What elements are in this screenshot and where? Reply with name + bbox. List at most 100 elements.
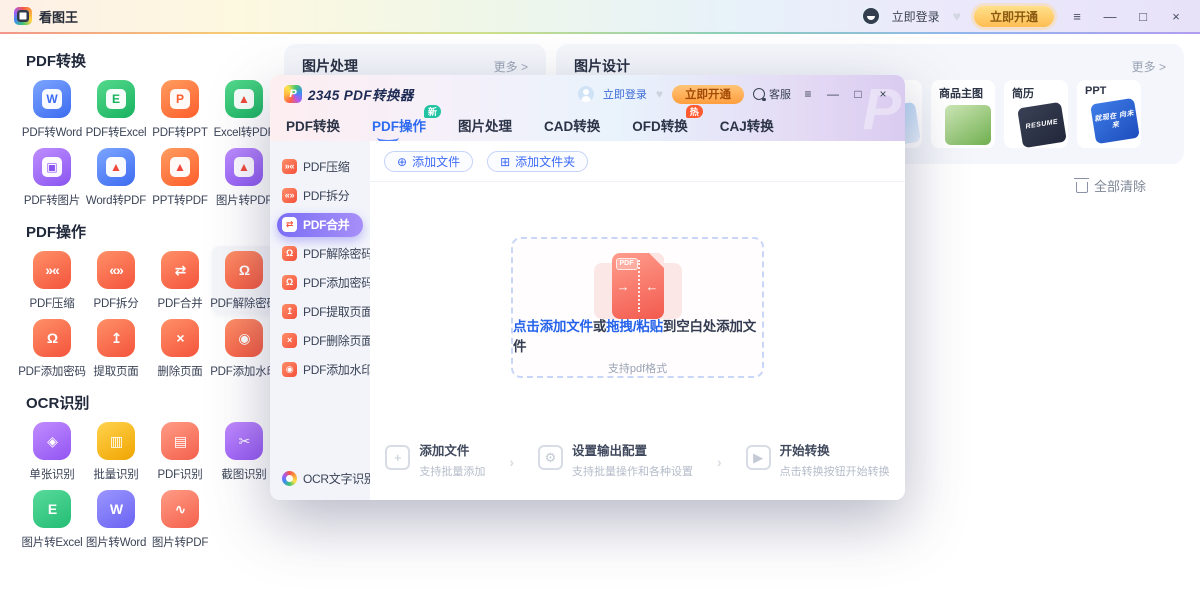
pdf-icon: ▲ xyxy=(97,148,135,186)
menu-item-label: PDF添加水印 xyxy=(303,361,373,378)
icon-glyph: ∿ xyxy=(175,502,186,516)
dialog-minimize-button[interactable]: — xyxy=(825,88,841,100)
menu-item[interactable]: ↥PDF提取页面 xyxy=(277,300,363,324)
tab-图片处理[interactable]: 图片处理 xyxy=(458,115,512,135)
dialog-avatar-icon[interactable] xyxy=(578,86,594,102)
tab-PDF操作[interactable]: PDF操作新 xyxy=(372,115,426,135)
sidebar-item[interactable]: ▤PDF识别 xyxy=(148,417,212,485)
tab-CAD转换[interactable]: CAD转换 xyxy=(544,115,600,135)
dropzone-hint: 支持pdf格式 xyxy=(608,360,667,376)
sidebar-item[interactable]: ΩPDF解除密码 xyxy=(212,246,276,314)
sidebar-item[interactable]: ◉PDF添加水印 xyxy=(212,314,276,382)
menu-item[interactable]: ×PDF删除页面 xyxy=(277,329,363,353)
lock-icon: Ω xyxy=(282,275,297,290)
ocr-text-recognition-item[interactable]: OCR文字识别 xyxy=(270,470,370,487)
arrow-right-icon: → xyxy=(617,280,630,293)
sidebar-item[interactable]: »«PDF压缩 xyxy=(20,246,84,314)
close-button[interactable]: × xyxy=(1166,10,1186,23)
sidebar-item[interactable]: WPDF转Word xyxy=(20,75,84,143)
step-description: 支持批量添加 xyxy=(419,463,485,479)
dialog-maximize-button[interactable]: □ xyxy=(850,88,866,100)
tab-PDF转换[interactable]: PDF转换 xyxy=(286,115,340,135)
sidebar-item-label: 单张识别 xyxy=(29,466,74,482)
split-icon: «» xyxy=(97,251,135,289)
sidebar-item[interactable]: ▲PPT转PDF xyxy=(148,143,212,211)
conversion-steps: +添加文件支持批量添加›⚙设置输出配置支持批量操作和各种设置›▶开始转换点击转换… xyxy=(370,445,905,479)
icon-glyph: P xyxy=(170,89,190,109)
sidebar-item[interactable]: ▣PDF转图片 xyxy=(20,143,84,211)
pdf-icon: ▲ xyxy=(225,148,263,186)
sidebar-item-label: PDF转图片 xyxy=(24,192,80,208)
dialog-heart-icon[interactable]: ♥ xyxy=(656,88,663,100)
heart-icon[interactable]: ♥ xyxy=(953,9,961,23)
tab-CAJ转换[interactable]: CAJ转换 xyxy=(720,115,774,135)
menu-item[interactable]: ◉PDF添加水印 xyxy=(277,358,363,382)
sidebar-item[interactable]: ◈单张识别 xyxy=(20,417,84,485)
clear-all-button[interactable]: 全部清除 xyxy=(1076,176,1146,195)
sidebar-item-label: Word转PDF xyxy=(86,192,146,208)
menu-item-label: PDF添加密码 xyxy=(303,274,373,291)
menu-item[interactable]: ΩPDF添加密码 xyxy=(277,271,363,295)
maximize-button[interactable]: □ xyxy=(1133,10,1153,23)
conversion-step: ▶开始转换点击转换按钮开始转换 xyxy=(746,445,890,479)
dialog-login-link[interactable]: 立即登录 xyxy=(603,86,647,102)
dialog-upgrade-button[interactable]: 立即开通 xyxy=(672,85,744,104)
pdf-icon: ▲ xyxy=(161,148,199,186)
design-card[interactable]: PPT就现在 向未来 xyxy=(1077,80,1141,148)
dialog-menu-icon[interactable]: ≡ xyxy=(800,88,816,100)
icon-glyph: ▥ xyxy=(110,434,122,448)
sidebar-item[interactable]: ⇄PDF合并 xyxy=(148,246,212,314)
sidebar-item-label: 图片转Excel xyxy=(21,534,82,550)
unlock-icon: Ω xyxy=(282,246,297,261)
menu-item[interactable]: »«PDF压缩 xyxy=(277,155,363,179)
dialog-toolbar: ⊕ 添加文件 ⊞ 添加文件夹 xyxy=(370,141,905,182)
menu-item[interactable]: ⇄PDF合并 xyxy=(277,213,363,237)
design-card[interactable]: 商品主图 xyxy=(931,80,995,148)
pdf-icon: ∿ xyxy=(161,490,199,528)
sidebar-item[interactable]: EPDF转Excel xyxy=(84,75,148,143)
upgrade-button[interactable]: 立即开通 xyxy=(974,6,1054,27)
minimize-button[interactable]: — xyxy=(1100,10,1120,23)
sidebar-item[interactable]: W图片转Word xyxy=(84,485,148,553)
dialog-main-area: ⊕ 添加文件 ⊞ 添加文件夹 PDF xyxy=(370,141,905,500)
support-button[interactable]: 客服 xyxy=(753,86,791,102)
icon-glyph: ▲ xyxy=(170,157,190,177)
sidebar-item[interactable]: ↥提取页面 xyxy=(84,314,148,382)
dialog-close-button[interactable]: × xyxy=(875,88,891,100)
sidebar-item-label: 图片转PDF xyxy=(216,192,272,208)
sidebar-item[interactable]: ∿图片转PDF xyxy=(148,485,212,553)
login-link[interactable]: 立即登录 xyxy=(892,8,940,25)
sidebar-item[interactable]: ▥批量识别 xyxy=(84,417,148,485)
icon-glyph: W xyxy=(42,89,62,109)
sidebar-item[interactable]: «»PDF拆分 xyxy=(84,246,148,314)
menu-item[interactable]: ΩPDF解除密码 xyxy=(277,242,363,266)
sidebar-item[interactable]: ×删除页面 xyxy=(148,314,212,382)
add-folder-button[interactable]: ⊞ 添加文件夹 xyxy=(487,151,588,172)
tab-OFD转换[interactable]: OFD转换热 xyxy=(632,115,688,135)
sidebar-item[interactable]: ▲ 图片转PDF xyxy=(212,143,276,211)
icon-glyph: × xyxy=(176,331,183,345)
sidebar-item[interactable]: ▲ Word转PDF xyxy=(84,143,148,211)
sidebar-item[interactable]: ΩPDF添加密码 xyxy=(20,314,84,382)
image-design-more-link[interactable]: 更多 > xyxy=(1132,58,1166,75)
sidebar-item[interactable]: PPDF转PPT xyxy=(148,75,212,143)
menu-item-label: PDF提取页面 xyxy=(303,303,373,320)
add-file-icon: + xyxy=(385,445,410,470)
sidebar-item[interactable]: ▲Excel转PDF xyxy=(212,75,276,143)
app-title: 看图王 xyxy=(39,7,78,26)
merge-icon: ⇄ xyxy=(161,251,199,289)
sidebar-item[interactable]: ✂截图识别 xyxy=(212,417,276,485)
file-dropzone[interactable]: PDF → ← 点击添加文件或拖拽/粘贴到空白处添加文件 支持pdf格式 xyxy=(511,237,764,378)
menu-icon[interactable]: ≡ xyxy=(1067,10,1087,23)
design-card[interactable]: 简历RESUME xyxy=(1004,80,1068,148)
rainbow-divider xyxy=(0,32,1200,34)
sidebar-item[interactable]: E 图片转Excel xyxy=(20,485,84,553)
add-file-button[interactable]: ⊕ 添加文件 xyxy=(384,151,473,172)
menu-item-label: PDF合并 xyxy=(303,216,350,233)
sidebar-item-label: Excel转PDF xyxy=(214,124,275,140)
icon-glyph: Ω xyxy=(47,331,57,345)
excel-icon: E xyxy=(33,490,71,528)
user-avatar-icon[interactable] xyxy=(863,8,879,24)
menu-item[interactable]: «»PDF拆分 xyxy=(277,184,363,208)
image-processing-more-link[interactable]: 更多 > xyxy=(494,58,528,75)
